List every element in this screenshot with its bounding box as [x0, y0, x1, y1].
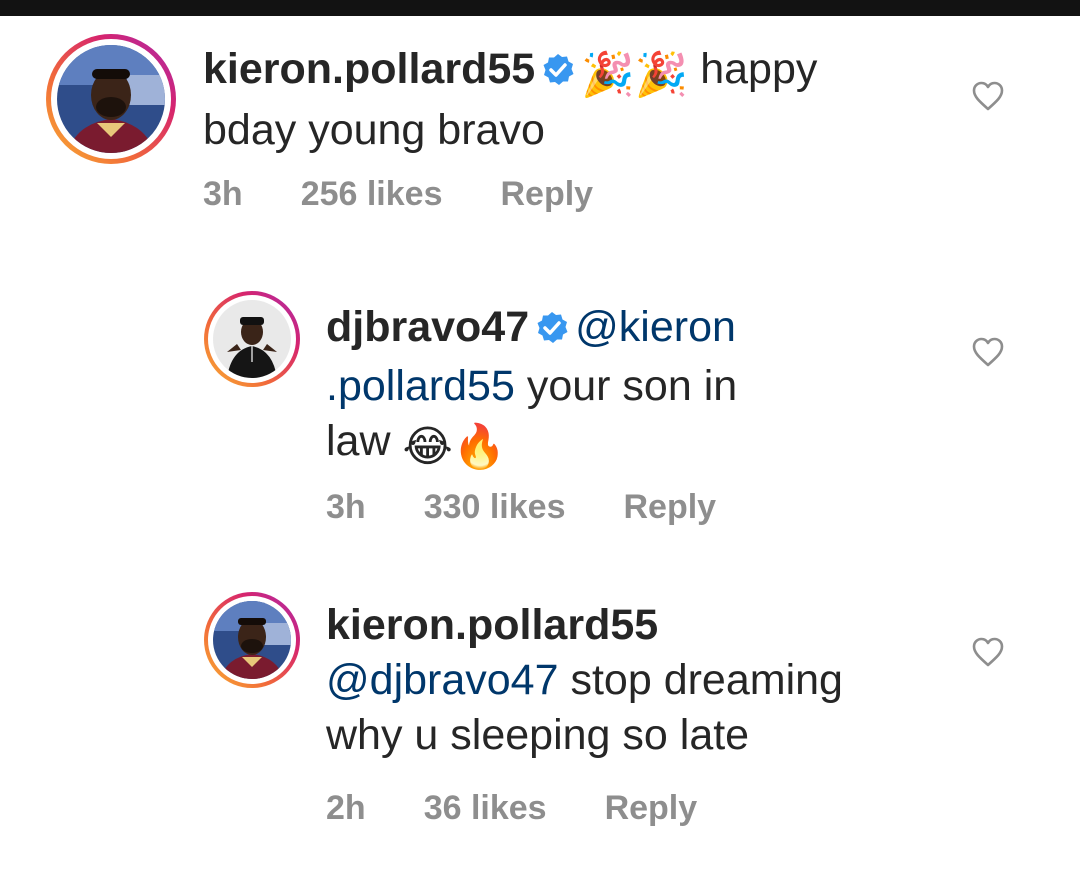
comment-text: happy [700, 45, 818, 93]
avatar[interactable] [204, 291, 300, 387]
comment-text: bday young bravo [203, 106, 545, 154]
heart-outline-icon[interactable] [971, 336, 1005, 368]
mention-link[interactable]: @djbravo47 [326, 656, 559, 704]
timestamp: 3h [203, 175, 243, 213]
username[interactable]: kieron.pollard55 [203, 45, 535, 93]
profile-photo-pollard [57, 45, 165, 153]
comment-text: law [326, 417, 391, 465]
username[interactable]: djbravo47 [326, 303, 529, 351]
reply-button[interactable]: Reply [605, 789, 698, 827]
likes-count[interactable]: 36 likes [424, 789, 547, 827]
avatar[interactable] [46, 34, 176, 164]
heart-outline-icon[interactable] [971, 80, 1005, 112]
likes-count[interactable]: 256 likes [301, 175, 443, 213]
avatar[interactable] [204, 592, 300, 688]
timestamp: 2h [326, 789, 366, 827]
comment-text: why u sleeping so late [326, 711, 750, 759]
status-bar [0, 0, 1080, 16]
comment-text: your son in [526, 362, 738, 410]
profile-photo-bravo [213, 300, 291, 378]
verified-badge-icon [541, 46, 575, 101]
profile-photo-pollard [213, 601, 291, 679]
heart-outline-icon[interactable] [971, 636, 1005, 668]
timestamp: 3h [326, 488, 366, 526]
verified-badge-icon [535, 304, 569, 359]
party-popper-emoji: 🎉🎉 [581, 51, 689, 99]
mention-link[interactable]: .pollard55 [326, 362, 515, 410]
comment-text: stop dreaming [570, 656, 843, 704]
reply-button[interactable]: Reply [623, 488, 716, 526]
laugh-fire-emoji: 😂🔥 [402, 423, 507, 471]
mention-link[interactable]: @kieron [575, 303, 736, 351]
username[interactable]: kieron.pollard55 [326, 601, 658, 649]
reply-button[interactable]: Reply [500, 175, 593, 213]
likes-count[interactable]: 330 likes [424, 488, 566, 526]
